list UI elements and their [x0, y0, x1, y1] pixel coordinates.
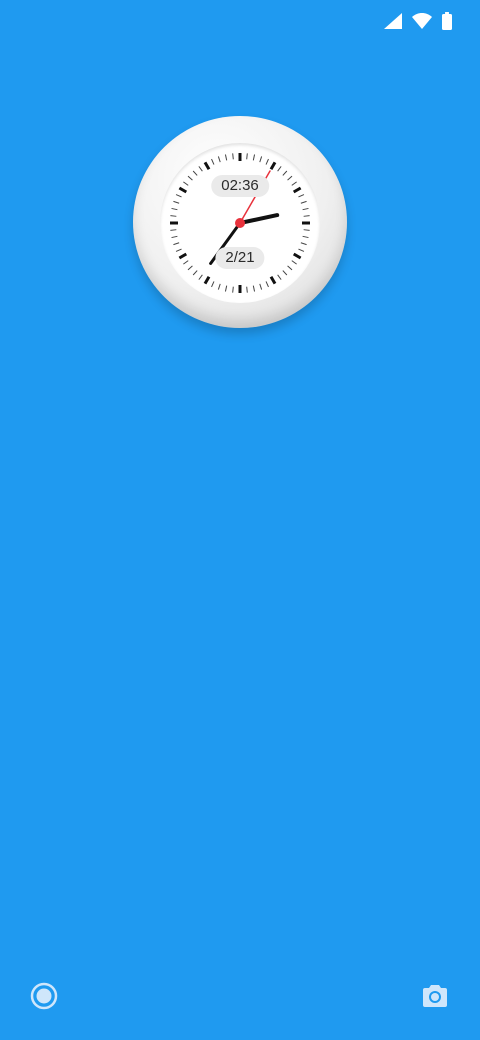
clock-dial: [170, 153, 310, 293]
clock-minute-tick: [224, 154, 228, 161]
clock-minute-tick: [217, 283, 221, 290]
clock-minute-tick: [198, 274, 203, 280]
clock-minute-tick: [211, 158, 215, 165]
clock-minute-tick: [171, 207, 178, 211]
cellular-signal-icon: [384, 13, 402, 29]
clock-minute-tick: [170, 229, 177, 231]
lock-screen: 02:36 2/21: [0, 0, 480, 1040]
clock-minute-tick: [217, 156, 221, 163]
clock-minute-tick: [192, 170, 198, 176]
clock-minute-tick: [277, 274, 282, 280]
clock-minute-tick: [211, 281, 215, 288]
clock-minute-tick: [232, 153, 234, 160]
clock-minute-tick: [302, 235, 309, 239]
clock-digital-time: 02:36: [211, 175, 269, 197]
clock-minute-tick: [170, 215, 177, 217]
clock-date: 2/21: [215, 247, 265, 269]
clock-minute-tick: [173, 200, 180, 204]
clock-hour-tick: [269, 161, 277, 171]
clock-hour-hand: [238, 213, 280, 225]
clock-minute-tick: [198, 166, 203, 172]
camera-icon[interactable]: [420, 981, 450, 1011]
clock-minute-tick: [183, 181, 189, 186]
clock-minute-tick: [300, 200, 307, 204]
assistant-circle-icon[interactable]: [29, 981, 59, 1011]
clock-minute-tick: [171, 235, 178, 239]
clock-minute-tick: [252, 154, 256, 161]
clock-minute-tick: [291, 260, 297, 265]
clock-hour-tick: [269, 275, 277, 285]
clock-face: 02:36 2/21: [160, 143, 320, 303]
clock-minute-tick: [259, 156, 263, 163]
clock-minute-tick: [282, 270, 288, 276]
clock-minute-tick: [300, 242, 307, 246]
wifi-icon: [412, 13, 432, 29]
clock-minute-tick: [282, 170, 288, 176]
clock-hour-tick: [292, 252, 302, 260]
clock-minute-tick: [246, 153, 248, 160]
clock-minute-tick: [187, 265, 193, 271]
clock-minute-tick: [187, 175, 193, 181]
clock-hour-tick: [178, 252, 188, 260]
clock-minute-tick: [303, 215, 310, 217]
clock-minute-tick: [232, 286, 234, 293]
status-bar: [384, 10, 452, 32]
clock-hour-tick: [178, 186, 188, 194]
clock-minute-tick: [175, 194, 182, 198]
clock-minute-tick: [173, 242, 180, 246]
clock-minute-tick: [192, 270, 198, 276]
clock-hour-tick: [203, 275, 211, 285]
battery-icon: [442, 12, 452, 30]
clock-minute-tick: [298, 248, 305, 252]
clock-minute-tick: [287, 265, 293, 271]
clock-center-pin: [235, 218, 245, 228]
clock-minute-tick: [302, 207, 309, 211]
clock-minute-tick: [175, 248, 182, 252]
clock-minute-tick: [303, 229, 310, 231]
clock-minute-tick: [287, 175, 293, 181]
analog-clock-widget[interactable]: 02:36 2/21: [133, 116, 347, 328]
clock-hour-tick: [292, 186, 302, 194]
clock-minute-tick: [224, 285, 228, 292]
clock-minute-tick: [265, 158, 269, 165]
clock-hour-tick: [203, 161, 211, 171]
clock-minute-tick: [259, 283, 263, 290]
clock-minute-tick: [183, 260, 189, 265]
clock-minute-tick: [277, 166, 282, 172]
clock-minute-tick: [265, 281, 269, 288]
clock-minute-tick: [246, 286, 248, 293]
clock-minute-tick: [291, 181, 297, 186]
clock-minute-tick: [252, 285, 256, 292]
clock-minute-tick: [298, 194, 305, 198]
